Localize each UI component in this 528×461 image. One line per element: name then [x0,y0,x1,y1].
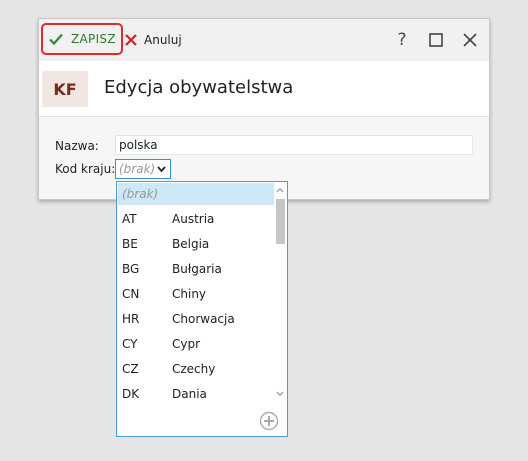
name-label: Nazwa: [55,139,99,153]
dropdown-option[interactable]: HR Chorwacja [118,308,274,330]
dropdown-scrollbar[interactable] [274,183,286,403]
country-code-label: Kod kraju: [55,162,116,176]
chevron-down-icon [157,166,166,173]
dropdown-option[interactable]: BG Bułgaria [118,258,274,280]
country-code-value: (brak) [119,162,156,176]
save-button-label: ZAPISZ [71,32,116,46]
add-icon[interactable] [259,411,279,431]
name-input[interactable] [115,135,473,155]
page-title: Edycja obywatelstwa [104,77,294,98]
help-icon[interactable]: ? [393,30,411,50]
checkmark-icon [49,33,63,46]
dropdown-option-empty[interactable]: (brak) [118,183,274,205]
cancel-button[interactable]: Anuluj [125,31,182,49]
maximize-icon[interactable] [427,30,445,50]
module-badge: KF [42,71,88,107]
dropdown-option[interactable]: BE Belgia [118,233,274,255]
dropdown-option[interactable]: CZ Czechy [118,358,274,380]
country-code-select[interactable]: (brak) [115,159,171,179]
dialog-header: KF Edycja obywatelstwa [39,61,489,117]
save-button[interactable]: ZAPISZ [41,23,123,55]
close-icon[interactable] [461,30,479,50]
dropdown-option[interactable]: DK Dania [118,383,274,405]
scroll-down-icon[interactable] [276,391,284,397]
cancel-x-icon [125,34,137,46]
dropdown-option[interactable]: AT Austria [118,208,274,230]
edit-dialog: ZAPISZ Anuluj ? KF Edycja obywatelstwa N… [38,18,490,200]
dropdown-option[interactable]: CN Chiny [118,283,274,305]
toolbar: ZAPISZ Anuluj ? [39,19,489,61]
cancel-button-label: Anuluj [144,33,182,47]
scroll-up-icon[interactable] [276,187,284,193]
country-dropdown-list: (brak) AT Austria BE Belgia BG Bułgaria … [116,181,288,437]
scroll-thumb[interactable] [276,199,285,244]
dropdown-option[interactable]: CY Cypr [118,333,274,355]
